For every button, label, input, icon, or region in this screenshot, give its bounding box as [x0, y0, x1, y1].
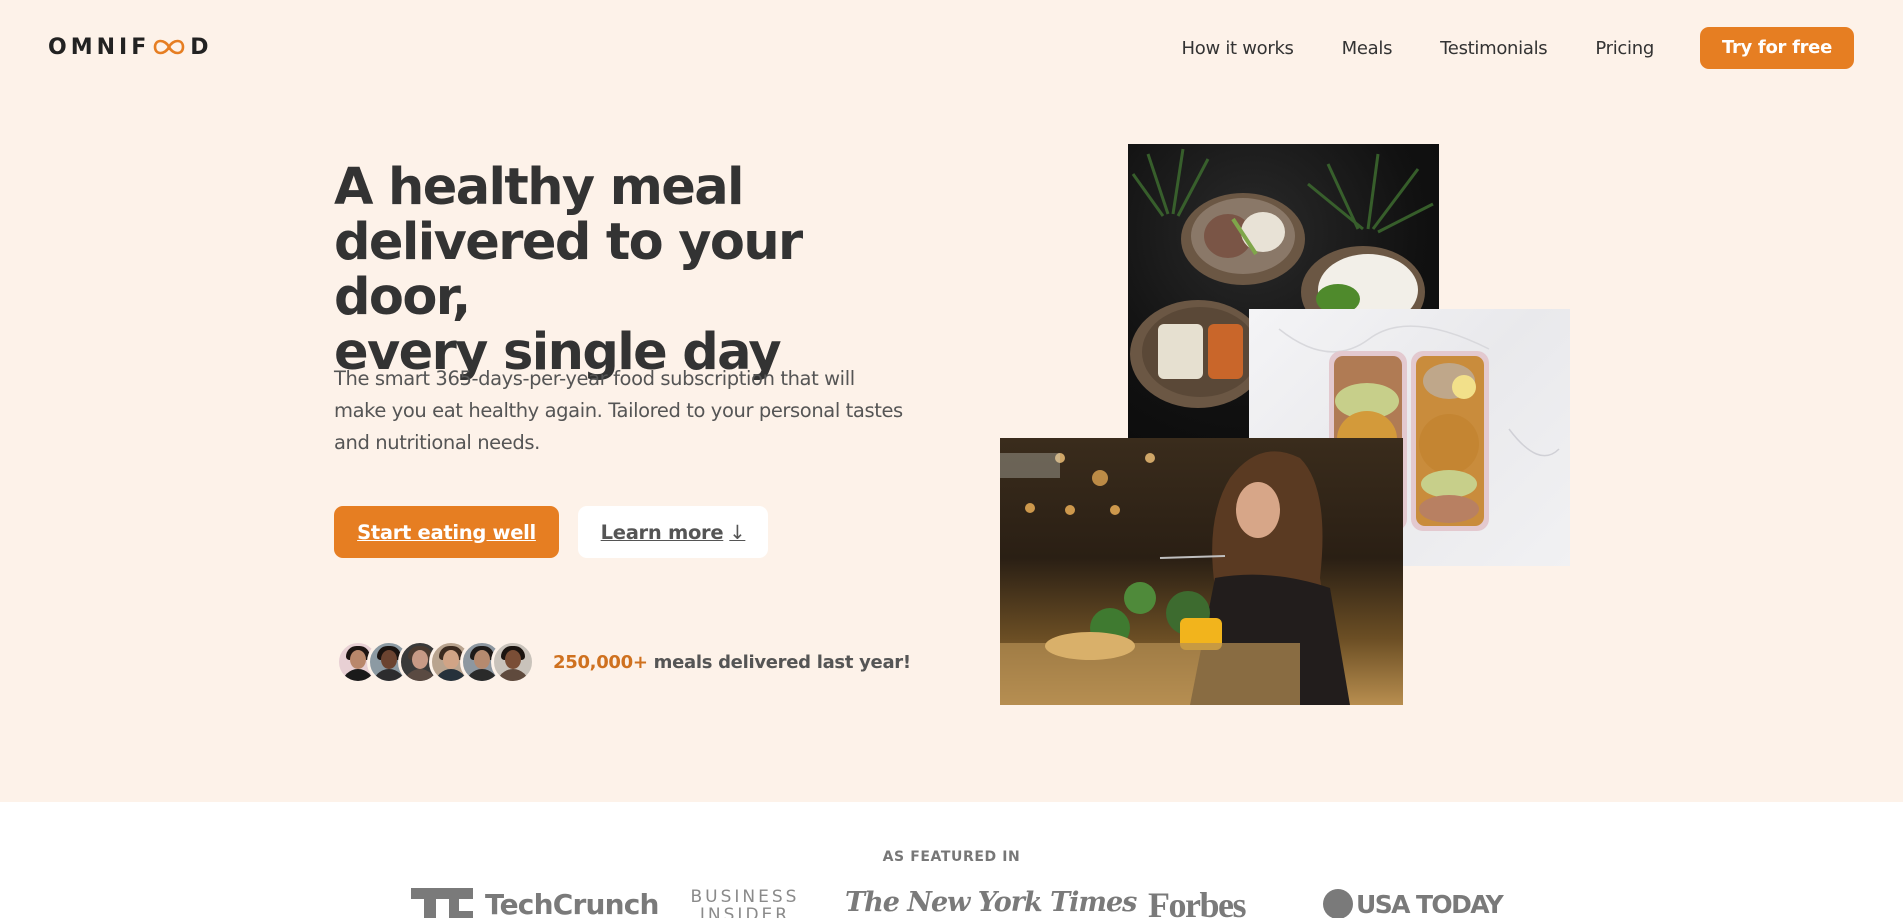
- forbes-logo: Forbes: [1148, 886, 1246, 918]
- try-for-free-button[interactable]: Try for free: [1699, 27, 1854, 69]
- featured-in-heading: AS FEATURED IN: [882, 849, 1021, 865]
- usa-today-name: USA TODAY: [1356, 889, 1504, 918]
- usa-today-dot-icon: [1323, 889, 1353, 918]
- customer-avatars: [336, 640, 535, 684]
- hero-title-line-1: A healthy meal: [334, 158, 745, 217]
- omnifood-logo[interactable]: OMNIF D: [48, 34, 213, 60]
- business-insider-logo: BUSINESS INSIDER: [690, 887, 800, 918]
- nav-how-it-works[interactable]: How it works: [1182, 38, 1294, 59]
- usa-today-logo: USA TODAY: [1323, 889, 1504, 918]
- delivered-meals: 250,000+ meals delivered last year!: [336, 640, 911, 684]
- delivered-caption: meals delivered last year!: [647, 651, 911, 673]
- arrow-down-icon: ↓: [729, 520, 746, 544]
- learn-more-button[interactable]: Learn more ↓: [578, 506, 768, 558]
- nav-meals[interactable]: Meals: [1342, 38, 1393, 59]
- hero-description: The smart 365-days-per-year food subscri…: [334, 367, 903, 454]
- delivered-text: 250,000+ meals delivered last year!: [553, 652, 911, 673]
- nav-testimonials[interactable]: Testimonials: [1440, 38, 1548, 59]
- main-nav: How it works Meals Testimonials Pricing …: [1182, 27, 1854, 69]
- delivered-count: 250,000+: [553, 651, 648, 673]
- hero-title-line-2: delivered to your door,: [334, 213, 803, 327]
- hero-title: A healthy meal delivered to your door, e…: [334, 160, 934, 380]
- avatar: [491, 640, 535, 684]
- nytimes-logo: The New York Times: [845, 887, 1137, 918]
- techcrunch-name: TechCrunch: [485, 888, 659, 918]
- techcrunch-logo: TechCrunch: [411, 886, 659, 918]
- infinity-icon: [153, 39, 185, 55]
- hero-image-woman-eating: [1000, 438, 1403, 705]
- logo-text-end: D: [190, 34, 213, 60]
- logo-text-start: OMNIF: [48, 34, 151, 60]
- techcrunch-icon: [411, 886, 473, 918]
- nav-pricing[interactable]: Pricing: [1595, 38, 1654, 59]
- hero-section: [0, 0, 1903, 802]
- start-eating-well-button[interactable]: Start eating well: [334, 506, 559, 558]
- featured-logos: TechCrunch BUSINESS INSIDER The New York…: [0, 886, 1903, 918]
- learn-more-label: Learn more: [600, 520, 724, 544]
